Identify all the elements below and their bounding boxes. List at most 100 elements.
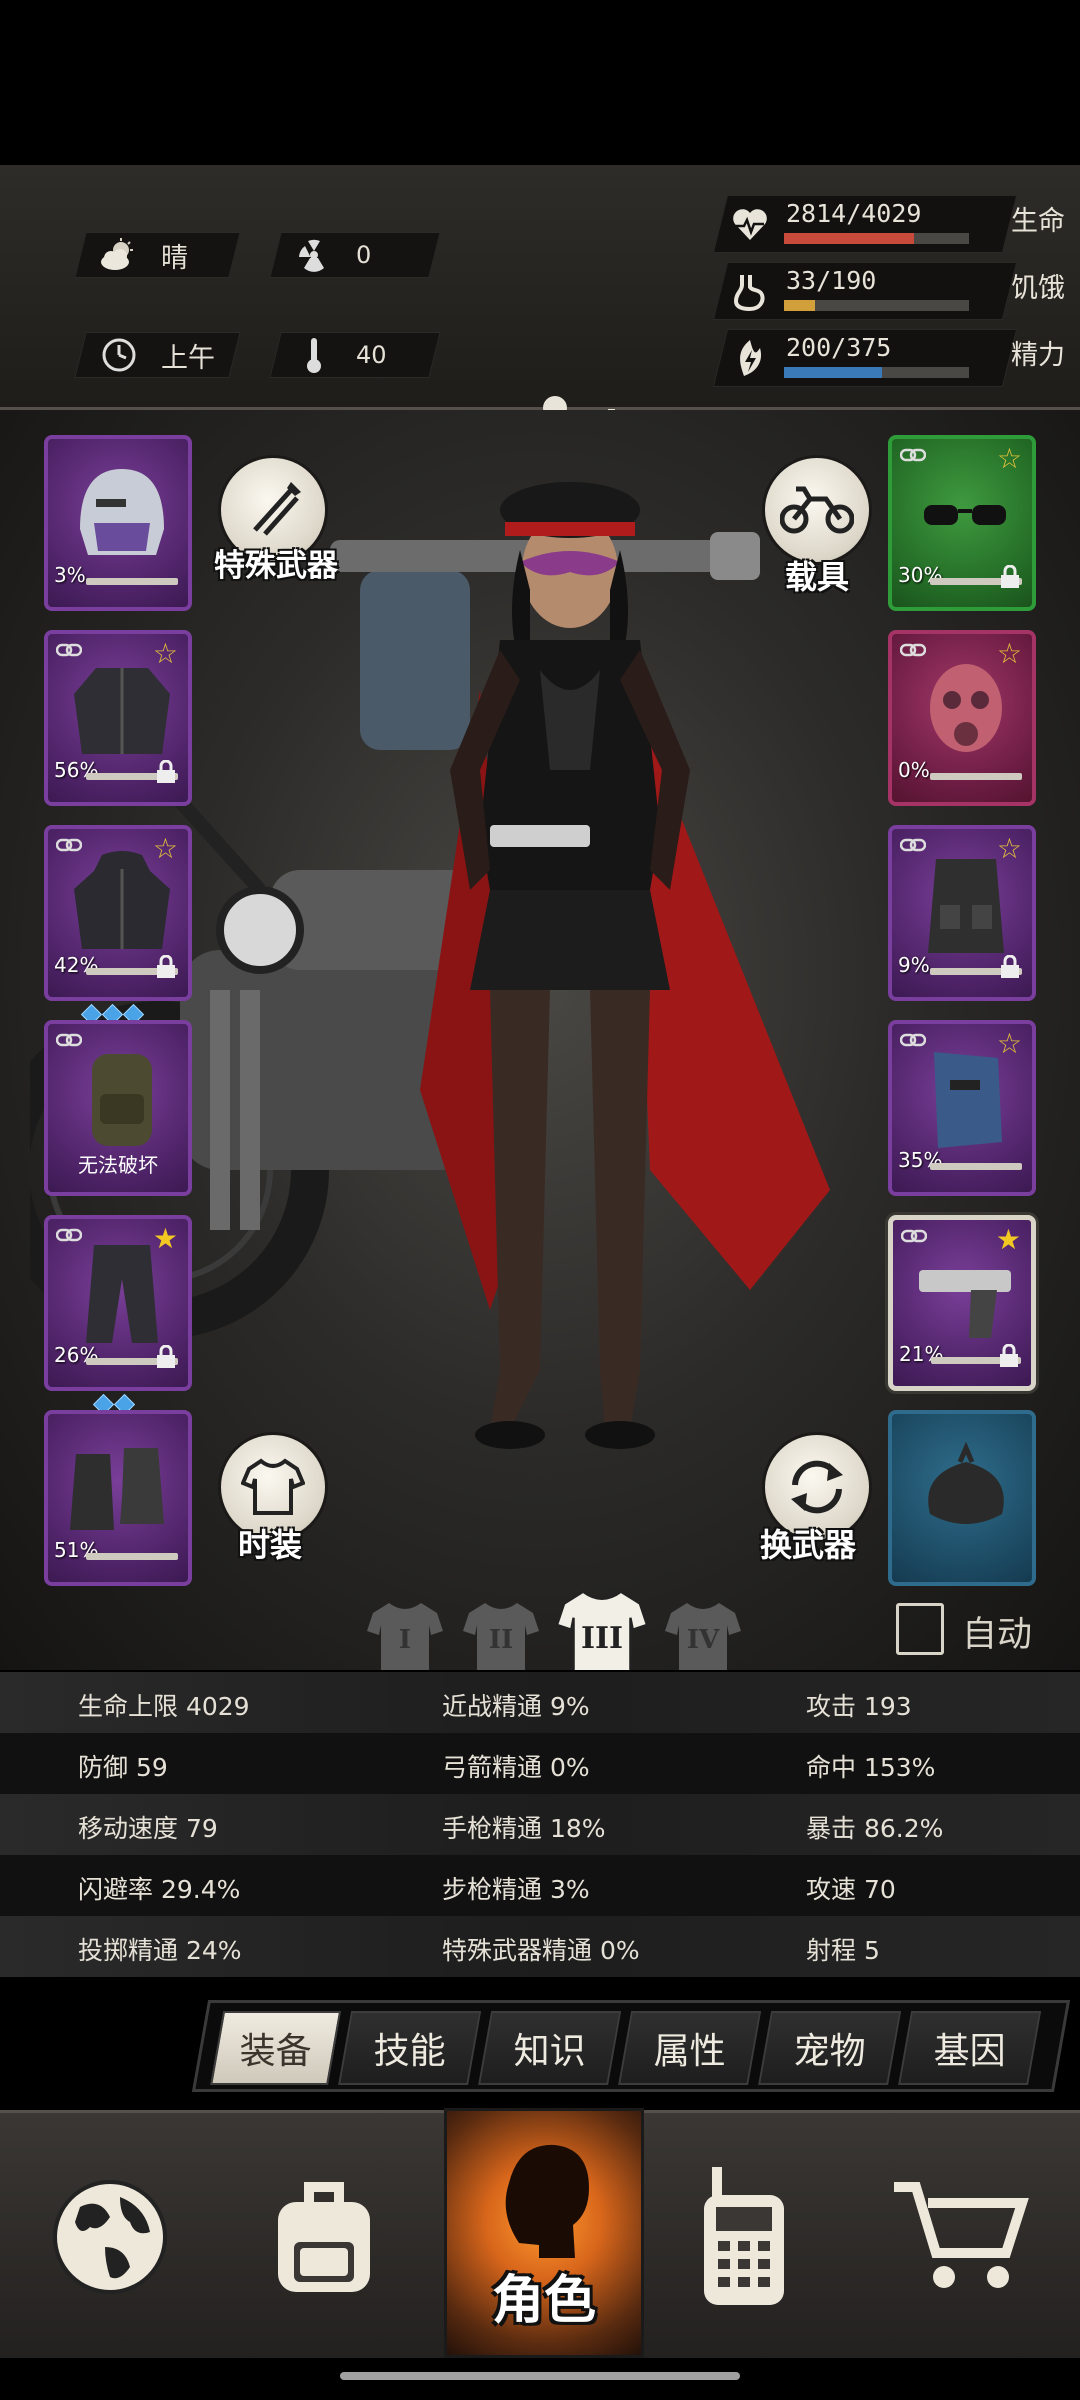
stats-table: 生命上限 4029 近战精通 9% 攻击 193 防御 59 弓箭精通 0% 命… xyxy=(0,1672,1080,1980)
character-stage: 3% ☆ 56% ☆ 42% 无法破坏 ★ 26% 51% ☆ 30% ☆ 0%… xyxy=(0,410,1080,1670)
durability-pct: 3% xyxy=(54,563,86,587)
home-indicator[interactable] xyxy=(340,2372,740,2380)
equip-slot-pistol[interactable]: ★ 21% xyxy=(888,1215,1036,1391)
hooded-coat-icon xyxy=(74,851,170,949)
motorcycle-icon xyxy=(780,486,854,534)
stomach-icon xyxy=(733,275,765,311)
outfit-set-3-active[interactable]: III xyxy=(552,1585,652,1670)
cloud-sun-icon xyxy=(99,235,139,275)
radiation-value: 0 xyxy=(356,241,372,269)
globe-icon xyxy=(53,2180,167,2294)
equip-slot-pants[interactable]: ★ 26% xyxy=(44,1215,192,1391)
tab-knowledge[interactable]: 知识 xyxy=(478,2011,622,2085)
swap-weapon-label: 换武器 xyxy=(760,1526,857,1564)
energy-value: 200/375 xyxy=(786,333,892,362)
outfit-set-2[interactable]: II xyxy=(456,1595,546,1670)
character-icon xyxy=(505,2144,589,2258)
equip-slot-vest[interactable]: ☆ 9% xyxy=(888,825,1036,1001)
fashion-label: 时装 xyxy=(238,1526,303,1564)
outfit-set-4[interactable]: IV xyxy=(658,1595,748,1670)
radiation-pill: 0 xyxy=(269,232,441,278)
durability-pct: 9% xyxy=(898,953,930,977)
equip-slot-mask[interactable]: ☆ 0% xyxy=(888,630,1036,806)
pants-icon xyxy=(86,1245,158,1343)
energy-bar xyxy=(784,367,969,378)
auto-label: 自动 xyxy=(962,1615,1033,1655)
nav-radio[interactable] xyxy=(644,2113,844,2361)
hunger-bar xyxy=(784,300,969,311)
weather-pill: 晴 xyxy=(74,232,241,278)
unbreakable-label: 无法破坏 xyxy=(78,1153,158,1177)
equip-slot-jacket[interactable]: ☆ 56% xyxy=(44,630,192,806)
thermometer-icon xyxy=(294,335,334,375)
lock-icon xyxy=(157,955,175,978)
outfit-set-1[interactable]: I xyxy=(360,1595,450,1670)
swap-icon xyxy=(791,1460,843,1514)
stats-row: 投掷精通 24% 特殊武器精通 0% 射程 5 xyxy=(0,1916,1080,1977)
weather-label: 晴 xyxy=(161,242,188,274)
equip-slot-shield[interactable]: ☆ 35% xyxy=(888,1020,1036,1196)
character-portrait xyxy=(330,482,830,1449)
radio-icon xyxy=(704,2167,784,2305)
equip-slot-helmet[interactable]: 3% xyxy=(44,435,192,611)
shirt-icon xyxy=(241,1458,305,1515)
lock-icon xyxy=(1001,955,1019,978)
energy-row: 200/375 精力 xyxy=(712,329,1065,387)
durability-bar xyxy=(86,578,178,585)
health-row: 2814/4029 生命 xyxy=(712,195,1065,253)
backpack-icon xyxy=(278,2182,370,2292)
vehicle-label: 载具 xyxy=(785,558,850,596)
lock-icon xyxy=(1001,565,1019,588)
time-pill: 上午 xyxy=(74,332,241,378)
durability-bar xyxy=(930,1163,1022,1170)
nav-character[interactable]: 角色 xyxy=(444,2108,644,2358)
durability-bar xyxy=(930,773,1022,780)
tab-attributes[interactable]: 属性 xyxy=(618,2011,762,2085)
nav-character-label: 角色 xyxy=(491,2271,596,2331)
tactical-vest-icon xyxy=(928,859,1004,953)
hunger-row: 33/190 饥饿 xyxy=(712,262,1065,320)
tab-skills[interactable]: 技能 xyxy=(338,2011,482,2085)
energy-icon xyxy=(740,340,762,376)
stats-row: 闪避率 29.4% 步枪精通 3% 攻速 70 xyxy=(0,1855,1080,1916)
lock-icon xyxy=(157,760,175,783)
rocket-icon xyxy=(253,482,301,536)
equip-slot-bag[interactable] xyxy=(888,1410,1036,1586)
nav-inventory[interactable] xyxy=(224,2113,424,2361)
equip-slot-glasses[interactable]: ☆ 30% xyxy=(888,435,1036,611)
temperature-value: 40 xyxy=(356,341,387,369)
health-bar xyxy=(784,233,969,244)
lock-icon xyxy=(157,1345,175,1368)
tab-pets[interactable]: 宠物 xyxy=(758,2011,902,2085)
boots-icon xyxy=(70,1448,164,1530)
tab-equipment[interactable]: 装备 xyxy=(210,2011,342,2085)
nav-world-map[interactable] xyxy=(10,2113,210,2361)
health-label: 生命 xyxy=(1011,206,1065,237)
durability-bar xyxy=(86,1553,178,1560)
temperature-pill: 40 xyxy=(269,332,441,378)
top-black-bar xyxy=(0,0,1080,165)
tab-genes[interactable]: 基因 xyxy=(898,2011,1042,2085)
hunger-label: 饥饿 xyxy=(1011,273,1065,304)
bag-icon xyxy=(928,1441,1004,1524)
health-value: 2814/4029 xyxy=(786,199,922,228)
equip-slot-coat[interactable]: ☆ 42% xyxy=(44,825,192,1001)
category-tabs: 装备 技能 知识 属性 宠物 基因 xyxy=(191,2000,1071,2092)
clock-icon xyxy=(99,335,139,375)
pistol-icon xyxy=(919,1270,1011,1338)
outfit-set-selector: I II III IV xyxy=(360,1585,748,1670)
sunglasses-icon xyxy=(924,505,1006,525)
auto-checkbox[interactable] xyxy=(896,1603,944,1655)
stats-row: 防御 59 弓箭精通 0% 命中 153% xyxy=(0,1733,1080,1794)
backpack-icon xyxy=(92,1054,152,1146)
nav-shop[interactable] xyxy=(860,2113,1060,2361)
lock-icon xyxy=(1000,1344,1018,1367)
time-label: 上午 xyxy=(161,342,215,374)
radiation-icon xyxy=(294,235,334,275)
vehicle-button[interactable] xyxy=(762,455,872,565)
equip-slot-backpack[interactable]: 无法破坏 xyxy=(44,1020,192,1196)
durability-pct: 0% xyxy=(898,758,930,782)
cart-icon xyxy=(894,2182,1029,2288)
special-weapon-label: 特殊武器 xyxy=(214,548,338,584)
equip-slot-boots[interactable]: 51% xyxy=(44,1410,192,1586)
